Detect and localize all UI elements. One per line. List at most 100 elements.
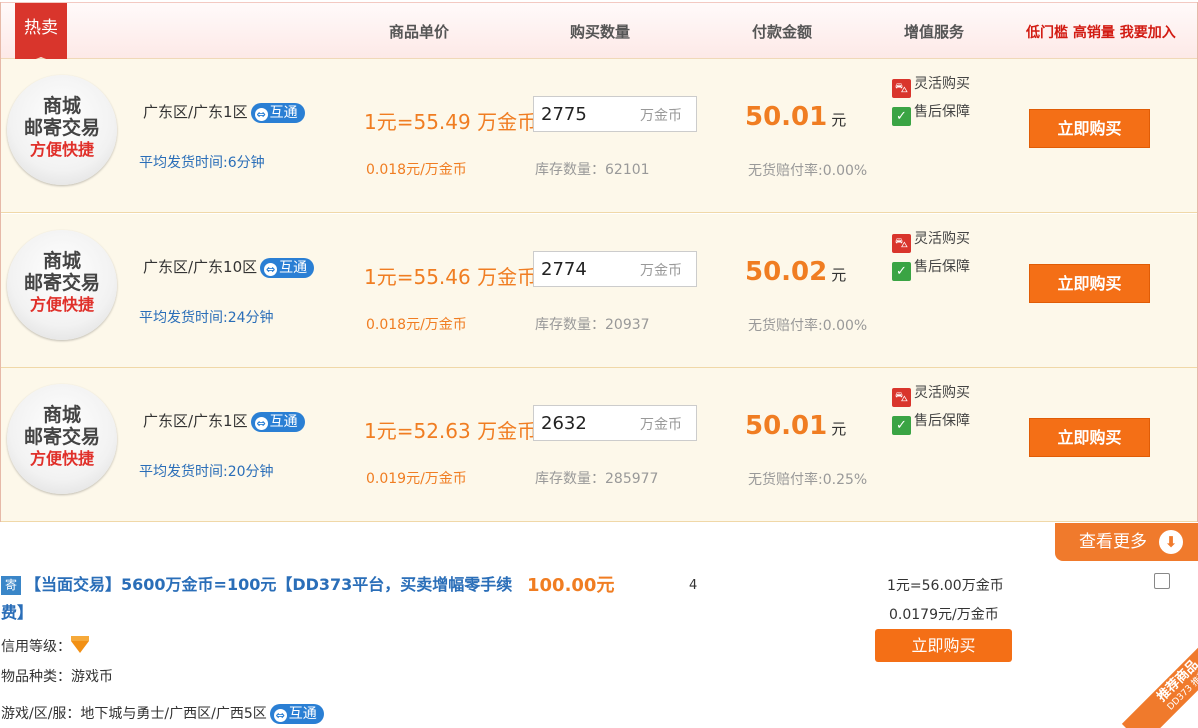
cart-icon: ⛍ [892, 388, 911, 407]
server-name: 广东区/广东10区 ⇔ 互通 [143, 256, 315, 278]
hutong-badge: ⇔ 互通 [260, 257, 315, 278]
unit-price: 0.018元/万金币 [366, 317, 467, 333]
payment-amount: 50.02 元 [745, 257, 846, 287]
view-more-button[interactable]: 查看更多 ⬇ [1055, 523, 1198, 561]
hutong-label: 互通 [279, 259, 308, 276]
recommended-ribbon-band: 推荐商品 DD373 推荐 [1121, 628, 1198, 728]
hot-tag: 热卖 [15, 3, 67, 67]
service-flex-buy[interactable]: ⛍ 灵活购买 [892, 228, 970, 253]
credit-level-label: 信用等级： [1, 639, 71, 655]
server-name: 广东区/广东1区 ⇔ 互通 [143, 101, 305, 123]
hutong-label: 互通 [269, 104, 298, 121]
quantity-value[interactable]: 2774 [541, 259, 587, 280]
hutong-icon: ⇔ [273, 709, 287, 722]
avg-delivery-time: 平均发货时间:24分钟 [139, 310, 274, 326]
service-after-sale[interactable]: ✓ 售后保障 [892, 101, 970, 126]
unit-price: 0.018元/万金币 [366, 162, 467, 178]
exchange-ratio: 1元=52.63 万金币 [364, 419, 538, 443]
badge-line2: 邮寄交易 [23, 272, 100, 294]
service-flex-label: 灵活购买 [914, 231, 970, 247]
badge-line3: 方便快捷 [29, 140, 94, 159]
badge-line1: 商城 [42, 404, 81, 426]
listing-title-text[interactable]: 【当面交易】5600万金币=100元【DD373平台，买卖增幅零手续费】 [1, 575, 512, 622]
product-row: 商城 邮寄交易 方便快捷 广东区/广东1区 ⇔ 互通 平均发货时间:20分钟 1元=… [1, 368, 1197, 522]
quantity-unit: 万金币 [640, 417, 682, 433]
quantity-value[interactable]: 2775 [541, 104, 587, 125]
join-seller-link[interactable]: 低门槛 高销量 我要加入 [1026, 22, 1176, 42]
badge-line2: 邮寄交易 [23, 426, 100, 448]
service-flex-buy[interactable]: ⛍ 灵活购买 [892, 382, 970, 407]
listing-buy-now-button[interactable]: 立即购买 [875, 629, 1012, 662]
compare-checkbox[interactable] [1154, 573, 1170, 589]
hutong-badge: ⇔ 互通 [269, 704, 324, 724]
hutong-label: 互通 [269, 413, 298, 430]
recommended-ribbon: 推荐商品 DD373 推荐 [1098, 628, 1198, 728]
game-server-info: 游戏/区/服：地下城与勇士/广西区/广西5区 ⇔ 互通 [1, 703, 324, 724]
listing-unit-price: 0.0179元/万金币 [889, 607, 999, 623]
col-header-qty: 购买数量 [570, 23, 631, 41]
exchange-ratio: 1元=55.46 万金币 [364, 265, 538, 289]
amount-value: 50.02 [745, 257, 828, 287]
listing-price: 100.00元 [527, 575, 615, 596]
table-header: 热卖 商品单价 购买数量 付款金额 增值服务 低门槛 高销量 我要加入 [1, 2, 1197, 67]
buy-now-button[interactable]: 立即购买 [1029, 264, 1150, 303]
cart-icon: ⛍ [892, 79, 911, 98]
server-text: 广东区/广东10区 [143, 258, 258, 276]
server-name: 广东区/广东1区 ⇔ 互通 [143, 410, 305, 432]
service-flex-buy[interactable]: ⛍ 灵活购买 [892, 73, 970, 98]
service-after-label: 售后保障 [914, 413, 970, 429]
server-text: 广东区/广东1区 [143, 412, 248, 430]
hutong-icon: ⇔ [254, 107, 268, 121]
shield-icon: ✓ [892, 416, 911, 435]
cart-icon: ⛍ [892, 234, 911, 253]
hot-tag-label: 热卖 [24, 18, 58, 38]
quantity-input[interactable]: 2774 万金币 [533, 251, 697, 287]
view-more-label: 查看更多 [1079, 532, 1147, 552]
buy-now-button[interactable]: 立即购买 [1029, 109, 1150, 148]
hutong-badge: ⇔ 互通 [250, 411, 305, 432]
compensation-rate: 无货赔付率:0.25% [748, 472, 868, 488]
amount-value: 50.01 [745, 102, 828, 132]
amount-unit: 元 [831, 111, 847, 129]
mall-mail-badge: 商城 邮寄交易 方便快捷 [7, 230, 117, 340]
arrow-down-icon: ⬇ [1159, 530, 1183, 554]
avg-delivery-time: 平均发货时间:20分钟 [139, 464, 274, 480]
service-after-label: 售后保障 [914, 104, 970, 120]
col-header-price: 商品单价 [389, 23, 450, 41]
exchange-ratio: 1元=55.49 万金币 [364, 110, 538, 134]
diamond-icon [71, 636, 89, 653]
service-after-sale[interactable]: ✓ 售后保障 [892, 256, 970, 281]
unit-price: 0.019元/万金币 [366, 471, 467, 487]
col-header-amount: 付款金额 [752, 23, 813, 41]
service-after-sale[interactable]: ✓ 售后保障 [892, 410, 970, 435]
quantity-unit: 万金币 [640, 263, 682, 279]
badge-line2: 邮寄交易 [23, 117, 100, 139]
credit-level: 信用等级： [1, 636, 89, 656]
amount-unit: 元 [831, 420, 847, 438]
badge-line3: 方便快捷 [29, 449, 94, 468]
service-flex-label: 灵活购买 [914, 385, 970, 401]
hutong-icon: ⇔ [264, 262, 278, 276]
compensation-rate: 无货赔付率:0.00% [748, 318, 868, 334]
quantity-unit: 万金币 [640, 108, 682, 124]
listing-exchange-ratio: 1元=56.00万金币 [887, 578, 1004, 594]
mall-mail-badge: 商城 邮寄交易 方便快捷 [7, 384, 117, 494]
col-header-service: 增值服务 [904, 23, 965, 41]
service-after-label: 售后保障 [914, 259, 970, 275]
listing-title-link[interactable]: 寄【当面交易】5600万金币=100元【DD373平台，买卖增幅零手续费】 [1, 571, 521, 627]
quantity-input[interactable]: 2775 万金币 [533, 96, 697, 132]
payment-amount: 50.01 元 [745, 102, 846, 132]
hutong-badge: ⇔ 互通 [250, 102, 305, 123]
shield-icon: ✓ [892, 107, 911, 126]
item-category: 物品种类：游戏币 [1, 669, 113, 685]
payment-amount: 50.01 元 [745, 411, 846, 441]
buy-now-button[interactable]: 立即购买 [1029, 418, 1150, 457]
compensation-rate: 无货赔付率:0.00% [748, 163, 868, 179]
avg-delivery-time: 平均发货时间:6分钟 [139, 155, 265, 171]
hutong-icon: ⇔ [254, 416, 268, 430]
quantity-input[interactable]: 2632 万金币 [533, 405, 697, 441]
product-row: 商城 邮寄交易 方便快捷 广东区/广东10区 ⇔ 互通 平均发货时间:24分钟 1元… [1, 214, 1197, 368]
stock-count: 库存数量：285977 [535, 471, 659, 487]
quantity-value[interactable]: 2632 [541, 413, 587, 434]
shield-icon: ✓ [892, 262, 911, 281]
